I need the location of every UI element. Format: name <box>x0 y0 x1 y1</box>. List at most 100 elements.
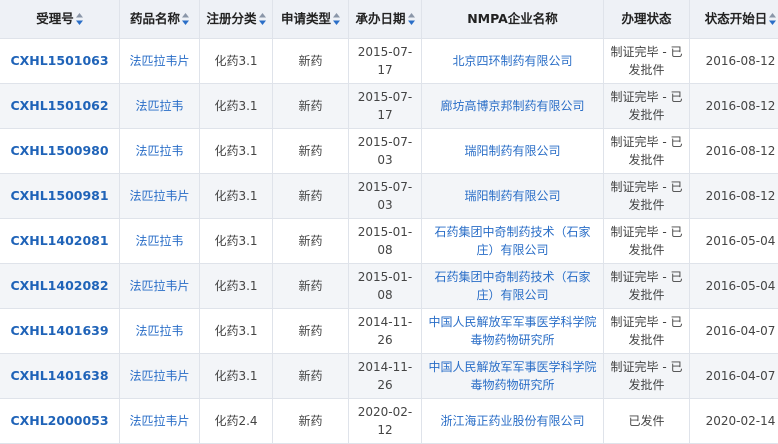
status-cell: 制证完毕 - 已发批件 <box>604 174 690 219</box>
reg-category-cell: 化药3.1 <box>200 354 273 399</box>
company-link[interactable]: 中国人民解放军军事医学科学院毒物药物研究所 <box>422 309 604 354</box>
table-row: CXHL1501063法匹拉韦片化药3.1新药2015-07-17北京四环制药有… <box>0 39 778 84</box>
status-cell: 制证完毕 - 已发批件 <box>604 309 690 354</box>
drug-name-cell[interactable]: 法匹拉韦片 <box>120 399 200 444</box>
handle-date-cell: 2015-07-03 <box>349 129 422 174</box>
accept-no-link[interactable]: CXHL1401638 <box>0 354 120 399</box>
handle-date-cell: 2015-01-08 <box>349 264 422 309</box>
accept-no-link[interactable]: CXHL1501063 <box>0 39 120 84</box>
accept-no-link[interactable]: CXHL1500980 <box>0 129 120 174</box>
company-link[interactable]: 瑞阳制药有限公司 <box>422 129 604 174</box>
handle-date-cell: 2015-07-17 <box>349 84 422 129</box>
drug-name-cell[interactable]: 法匹拉韦片 <box>120 264 200 309</box>
column-header-label: 办理状态 <box>621 11 671 26</box>
reg-category-cell: 化药3.1 <box>200 219 273 264</box>
reg-category-cell: 化药2.4 <box>200 399 273 444</box>
company-link[interactable]: 北京四环制药有限公司 <box>422 39 604 84</box>
reg-category-cell: 化药3.1 <box>200 84 273 129</box>
column-header-label: 受理号 <box>36 11 74 26</box>
table-row: CXHL2000053法匹拉韦片化药2.4新药2020-02-12浙江海正药业股… <box>0 399 778 444</box>
reg-category-cell: 化药3.1 <box>200 264 273 309</box>
sort-icon[interactable] <box>259 13 266 25</box>
reg-category-cell: 化药3.1 <box>200 309 273 354</box>
column-header-label: NMPA企业名称 <box>467 11 558 26</box>
company-link[interactable]: 瑞阳制药有限公司 <box>422 174 604 219</box>
status-start-cell: 2016-08-12 <box>690 129 778 174</box>
drug-name-cell[interactable]: 法匹拉韦片 <box>120 39 200 84</box>
handle-date-cell: 2015-07-17 <box>349 39 422 84</box>
status-cell: 制证完毕 - 已发批件 <box>604 129 690 174</box>
table-row: CXHL1500980法匹拉韦化药3.1新药2015-07-03瑞阳制药有限公司… <box>0 129 778 174</box>
accept-no-link[interactable]: CXHL1402081 <box>0 219 120 264</box>
company-link[interactable]: 廊坊高博京邦制药有限公司 <box>422 84 604 129</box>
status-cell: 制证完毕 - 已发批件 <box>604 354 690 399</box>
drug-name-cell[interactable]: 法匹拉韦片 <box>120 174 200 219</box>
column-header-label: 药品名称 <box>130 11 180 26</box>
status-cell: 制证完毕 - 已发批件 <box>604 219 690 264</box>
company-link[interactable]: 中国人民解放军军事医学科学院毒物药物研究所 <box>422 354 604 399</box>
company-link[interactable]: 浙江海正药业股份有限公司 <box>422 399 604 444</box>
status-cell: 制证完毕 - 已发批件 <box>604 39 690 84</box>
apply-type-cell: 新药 <box>273 264 349 309</box>
drug-name-cell[interactable]: 法匹拉韦 <box>120 129 200 174</box>
status-cell: 制证完毕 - 已发批件 <box>604 264 690 309</box>
column-header-company-name: NMPA企业名称 <box>422 0 604 39</box>
accept-no-link[interactable]: CXHL1401639 <box>0 309 120 354</box>
drug-name-cell[interactable]: 法匹拉韦 <box>120 219 200 264</box>
status-start-cell: 2016-08-12 <box>690 174 778 219</box>
column-header-reg-category[interactable]: 注册分类 <box>200 0 273 39</box>
apply-type-cell: 新药 <box>273 309 349 354</box>
sort-icon[interactable] <box>333 13 340 25</box>
sort-icon[interactable] <box>408 13 415 25</box>
status-cell: 已发件 <box>604 399 690 444</box>
drug-name-cell[interactable]: 法匹拉韦片 <box>120 354 200 399</box>
table-row: CXHL1401639法匹拉韦化药3.1新药2014-11-26中国人民解放军军… <box>0 309 778 354</box>
apply-type-cell: 新药 <box>273 354 349 399</box>
column-header-label: 状态开始日 <box>705 11 768 26</box>
handle-date-cell: 2015-07-03 <box>349 174 422 219</box>
apply-type-cell: 新药 <box>273 399 349 444</box>
apply-type-cell: 新药 <box>273 84 349 129</box>
column-header-label: 申请类型 <box>281 11 331 26</box>
column-header-label: 承办日期 <box>355 11 405 26</box>
sort-icon[interactable] <box>769 13 776 25</box>
apply-type-cell: 新药 <box>273 129 349 174</box>
accept-no-link[interactable]: CXHL1501062 <box>0 84 120 129</box>
status-start-cell: 2016-08-12 <box>690 39 778 84</box>
status-start-cell: 2016-08-12 <box>690 84 778 129</box>
registration-table: 受理号 药品名称 注册分类 申请类型 承办日期 NMPA企业名称 办理状态 状态开始日 CXH… <box>0 0 778 444</box>
apply-type-cell: 新药 <box>273 174 349 219</box>
company-link[interactable]: 石药集团中奇制药技术（石家庄）有限公司 <box>422 264 604 309</box>
handle-date-cell: 2014-11-26 <box>349 354 422 399</box>
column-header-apply-type[interactable]: 申请类型 <box>273 0 349 39</box>
handle-date-cell: 2015-01-08 <box>349 219 422 264</box>
accept-no-link[interactable]: CXHL2000053 <box>0 399 120 444</box>
sort-icon[interactable] <box>76 13 83 25</box>
status-start-cell: 2016-05-04 <box>690 219 778 264</box>
accept-no-link[interactable]: CXHL1500981 <box>0 174 120 219</box>
status-start-cell: 2016-04-07 <box>690 354 778 399</box>
apply-type-cell: 新药 <box>273 219 349 264</box>
status-start-cell: 2016-05-04 <box>690 264 778 309</box>
reg-category-cell: 化药3.1 <box>200 174 273 219</box>
status-start-cell: 2016-04-07 <box>690 309 778 354</box>
column-header-drug-name[interactable]: 药品名称 <box>120 0 200 39</box>
column-header-handle-date[interactable]: 承办日期 <box>349 0 422 39</box>
reg-category-cell: 化药3.1 <box>200 39 273 84</box>
apply-type-cell: 新药 <box>273 39 349 84</box>
handle-date-cell: 2014-11-26 <box>349 309 422 354</box>
column-header-status-start[interactable]: 状态开始日 <box>690 0 778 39</box>
drug-name-cell[interactable]: 法匹拉韦 <box>120 309 200 354</box>
accept-no-link[interactable]: CXHL1402082 <box>0 264 120 309</box>
drug-name-cell[interactable]: 法匹拉韦 <box>120 84 200 129</box>
column-header-accept-no[interactable]: 受理号 <box>0 0 120 39</box>
status-start-cell: 2020-02-14 <box>690 399 778 444</box>
handle-date-cell: 2020-02-12 <box>349 399 422 444</box>
column-header-label: 注册分类 <box>206 11 256 26</box>
reg-category-cell: 化药3.1 <box>200 129 273 174</box>
sort-icon[interactable] <box>182 13 189 25</box>
table-row: CXHL1501062法匹拉韦化药3.1新药2015-07-17廊坊高博京邦制药… <box>0 84 778 129</box>
table-body: CXHL1501063法匹拉韦片化药3.1新药2015-07-17北京四环制药有… <box>0 39 778 444</box>
company-link[interactable]: 石药集团中奇制药技术（石家庄）有限公司 <box>422 219 604 264</box>
table-header-row: 受理号 药品名称 注册分类 申请类型 承办日期 NMPA企业名称 办理状态 状态开始日 <box>0 0 778 39</box>
